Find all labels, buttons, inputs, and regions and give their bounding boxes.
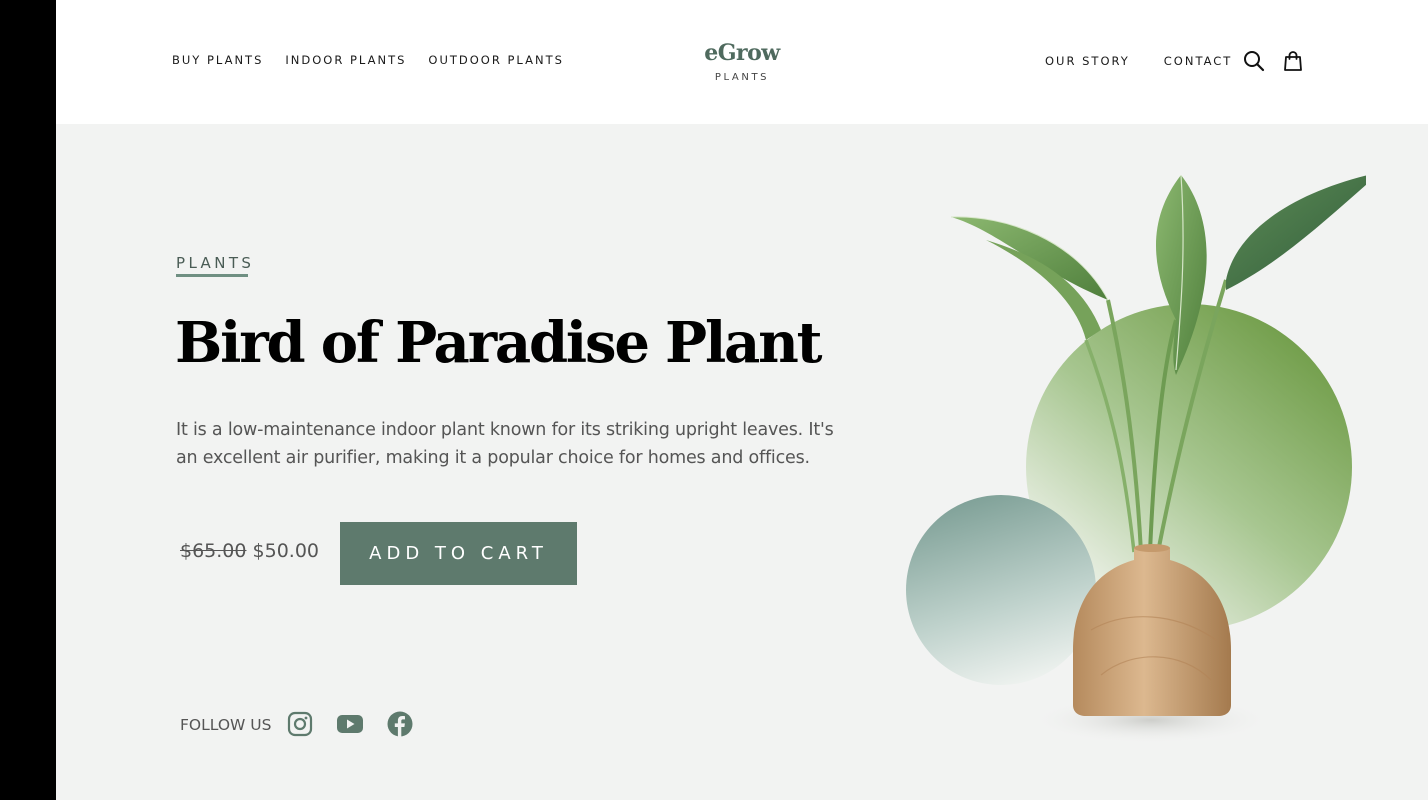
- search-icon[interactable]: [1243, 50, 1265, 72]
- secondary-nav: OUR STORY CONTACT: [1045, 54, 1266, 68]
- nav-indoor-plants[interactable]: INDOOR PLANTS: [285, 53, 406, 67]
- logo[interactable]: eGrow PLANTS: [703, 40, 781, 83]
- instagram-icon[interactable]: [286, 710, 314, 738]
- nav-contact[interactable]: CONTACT: [1164, 54, 1233, 68]
- follow-us-label: FOLLOW US: [180, 716, 272, 734]
- product-illustration: [886, 160, 1381, 780]
- youtube-icon[interactable]: [336, 710, 364, 738]
- price: $65.00 $50.00: [180, 540, 319, 562]
- small-teal-circle: [906, 495, 1096, 685]
- category-label[interactable]: PLANTS: [176, 254, 254, 272]
- product-title: Bird of Paradise Plant: [175, 310, 823, 376]
- sale-price: $50.00: [252, 540, 320, 562]
- page: BUY PLANTS INDOOR PLANTS OUTDOOR PLANTS …: [56, 0, 1428, 800]
- nav-buy-plants[interactable]: BUY PLANTS: [172, 53, 263, 67]
- original-price: $65.00: [180, 540, 247, 562]
- logo-subtitle: PLANTS: [714, 72, 770, 83]
- nav-our-story[interactable]: OUR STORY: [1045, 54, 1130, 68]
- facebook-icon[interactable]: [386, 710, 414, 738]
- add-to-cart-button[interactable]: ADD TO CART: [340, 522, 577, 585]
- shopping-bag-icon[interactable]: [1282, 50, 1304, 72]
- nav-outdoor-plants[interactable]: OUTDOOR PLANTS: [428, 53, 564, 67]
- site-header: BUY PLANTS INDOOR PLANTS OUTDOOR PLANTS …: [56, 0, 1428, 124]
- product-description: It is a low-maintenance indoor plant kno…: [176, 420, 834, 468]
- category-underline: [176, 274, 248, 277]
- primary-nav: BUY PLANTS INDOOR PLANTS OUTDOOR PLANTS: [172, 53, 586, 67]
- logo-wordmark: eGrow: [704, 40, 780, 66]
